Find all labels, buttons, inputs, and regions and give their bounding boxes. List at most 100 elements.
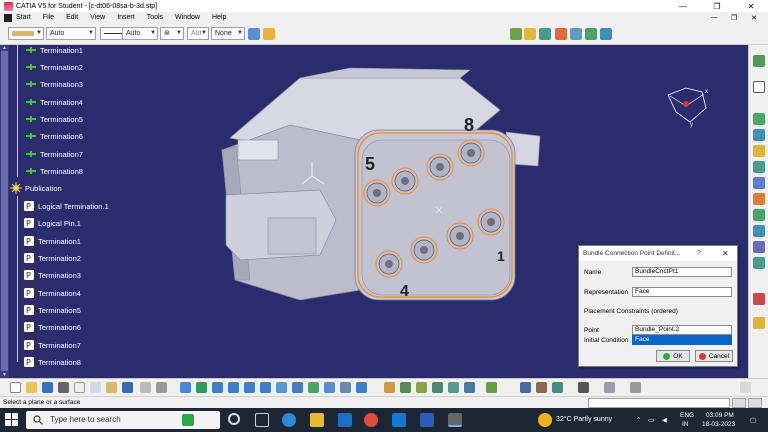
electrical-tool-3-icon[interactable] bbox=[539, 28, 551, 40]
task-view-icon[interactable] bbox=[228, 413, 240, 425]
point-field[interactable]: Bundle_Point.2 bbox=[632, 325, 732, 335]
connector-tool-3-icon[interactable] bbox=[753, 145, 765, 157]
tree-item-termination3[interactable]: Termination3 bbox=[25, 77, 83, 91]
tree-item-pub-termination2[interactable]: P Termination2 bbox=[23, 251, 81, 265]
tree-item-publication[interactable]: Publication bbox=[10, 181, 62, 195]
tree-scrollbar[interactable]: ▲ ▼ bbox=[0, 45, 9, 378]
electrical-tool-4-icon[interactable] bbox=[555, 28, 567, 40]
tree-item-termination8[interactable]: Termination8 bbox=[25, 164, 83, 178]
command-button-2[interactable] bbox=[748, 398, 762, 408]
shading-icon[interactable] bbox=[308, 382, 319, 393]
catia-taskbar-icon[interactable] bbox=[448, 413, 462, 427]
measure-icon[interactable] bbox=[384, 382, 395, 393]
cut-icon[interactable] bbox=[74, 382, 85, 393]
new-file-icon[interactable] bbox=[10, 382, 21, 393]
minimize-button[interactable]: — bbox=[666, 0, 700, 12]
zoom-out-icon[interactable] bbox=[260, 382, 271, 393]
pan-icon[interactable] bbox=[212, 382, 223, 393]
paste-icon[interactable] bbox=[106, 382, 117, 393]
command-button-1[interactable] bbox=[732, 398, 746, 408]
widgets-icon[interactable] bbox=[255, 413, 269, 427]
save-icon[interactable] bbox=[42, 382, 53, 393]
connector-tool-11-icon[interactable] bbox=[753, 293, 765, 305]
connector-tool-2-icon[interactable] bbox=[753, 129, 765, 141]
tree-item-pub-termination6[interactable]: P Termination6 bbox=[23, 320, 81, 334]
hide-show-icon[interactable] bbox=[324, 382, 335, 393]
painter-icon[interactable] bbox=[248, 28, 260, 40]
point-symbol-combo[interactable]: ⊛ ▼ bbox=[160, 27, 184, 40]
harness-tool-1-icon[interactable] bbox=[416, 382, 427, 393]
close-button[interactable]: ✕ bbox=[734, 0, 768, 12]
tree-item-termination2[interactable]: Termination2 bbox=[25, 60, 83, 74]
properties-icon[interactable] bbox=[263, 28, 275, 40]
electrical-tool-7-icon[interactable] bbox=[600, 28, 612, 40]
camera-icon[interactable] bbox=[578, 382, 589, 393]
tree-item-pub-logical-termination[interactable]: P Logical Termination.1 bbox=[23, 199, 109, 213]
connector-tool-9-icon[interactable] bbox=[753, 241, 765, 253]
connector-tool-8-icon[interactable] bbox=[753, 225, 765, 237]
menu-view[interactable]: View bbox=[90, 14, 105, 21]
tree-item-termination5[interactable]: Termination5 bbox=[25, 112, 83, 126]
weather-text[interactable]: 32°C Partly sunny bbox=[556, 416, 612, 423]
undo-icon[interactable] bbox=[122, 382, 133, 393]
normal-view-icon[interactable] bbox=[276, 382, 287, 393]
ok-button[interactable]: OK bbox=[656, 350, 690, 362]
doc-restore-button[interactable]: ❐ bbox=[724, 12, 744, 23]
analysis-tool-1-icon[interactable] bbox=[520, 382, 531, 393]
connector-tool-12-icon[interactable] bbox=[753, 317, 765, 329]
document-system-icon[interactable] bbox=[4, 13, 12, 22]
tree-item-pub-termination5[interactable]: P Termination5 bbox=[23, 303, 81, 317]
tree-item-pub-termination8[interactable]: P Termination8 bbox=[23, 355, 81, 369]
catalog-icon[interactable] bbox=[604, 382, 615, 393]
connector-tool-1-icon[interactable] bbox=[753, 113, 765, 125]
print-icon[interactable] bbox=[58, 382, 69, 393]
electrical-tool-6-icon[interactable] bbox=[585, 28, 597, 40]
thickness-combo[interactable]: Auto ▼ bbox=[122, 27, 158, 40]
name-field[interactable]: BundleCnctPt1 bbox=[632, 267, 732, 277]
language-line-2[interactable]: IN bbox=[682, 421, 689, 428]
electrical-tool-2-icon[interactable] bbox=[524, 28, 536, 40]
file-explorer-icon[interactable] bbox=[310, 413, 324, 427]
dialog-close-button[interactable]: ✕ bbox=[722, 246, 729, 261]
tree-item-termination7[interactable]: Termination7 bbox=[25, 147, 83, 161]
open-file-icon[interactable] bbox=[26, 382, 37, 393]
menu-file[interactable]: File bbox=[43, 14, 54, 21]
electrical-tool-5-icon[interactable] bbox=[570, 28, 582, 40]
tray-chevron-icon[interactable]: ⌃ bbox=[636, 416, 641, 424]
clock-date[interactable]: 18-03-2023 bbox=[702, 421, 735, 428]
tree-item-pub-logical-pin[interactable]: P Logical Pin.1 bbox=[23, 216, 81, 230]
taskbar-search-box[interactable]: Type here to search bbox=[26, 411, 220, 429]
analysis-tool-2-icon[interactable] bbox=[536, 382, 547, 393]
connector-tool-4-icon[interactable] bbox=[753, 161, 765, 173]
layer-prefix-combo[interactable]: Aut ▼ bbox=[187, 27, 209, 40]
linetype-combo[interactable]: Auto ▼ bbox=[46, 27, 96, 40]
whats-this-icon[interactable] bbox=[156, 382, 167, 393]
harness-tool-5-icon[interactable] bbox=[486, 382, 497, 393]
fly-mode-icon[interactable] bbox=[180, 382, 191, 393]
inertia-icon[interactable] bbox=[400, 382, 411, 393]
select-pointer-icon[interactable] bbox=[753, 81, 765, 93]
connector-tool-10-icon[interactable] bbox=[753, 257, 765, 269]
connector-tool-5-icon[interactable] bbox=[753, 177, 765, 189]
menu-tools[interactable]: Tools bbox=[147, 14, 163, 21]
menu-window[interactable]: Window bbox=[175, 14, 200, 21]
fit-all-icon[interactable] bbox=[196, 382, 207, 393]
tree-item-pub-termination7[interactable]: P Termination7 bbox=[23, 338, 81, 352]
tree-item-pub-termination3[interactable]: P Termination3 bbox=[23, 268, 81, 282]
harness-tool-2-icon[interactable] bbox=[432, 382, 443, 393]
word-icon[interactable] bbox=[420, 413, 434, 427]
iso-view-icon[interactable] bbox=[292, 382, 303, 393]
tree-item-termination4[interactable]: Termination4 bbox=[25, 95, 83, 109]
tree-item-termination1[interactable]: Termination1 bbox=[25, 43, 83, 57]
menu-edit[interactable]: Edit bbox=[66, 14, 78, 21]
restore-button[interactable]: ❐ bbox=[700, 0, 734, 12]
copy-icon[interactable] bbox=[90, 382, 101, 393]
edge-icon[interactable] bbox=[282, 413, 296, 427]
doc-minimize-button[interactable]: — bbox=[704, 12, 724, 23]
tree-item-pub-termination4[interactable]: P Termination4 bbox=[23, 286, 81, 300]
zoom-in-icon[interactable] bbox=[244, 382, 255, 393]
tree-item-termination6[interactable]: Termination6 bbox=[25, 129, 83, 143]
clock-time[interactable]: 03:09 PM bbox=[706, 412, 734, 419]
harness-tool-4-icon[interactable] bbox=[464, 382, 475, 393]
swap-visible-space-icon[interactable] bbox=[340, 382, 351, 393]
